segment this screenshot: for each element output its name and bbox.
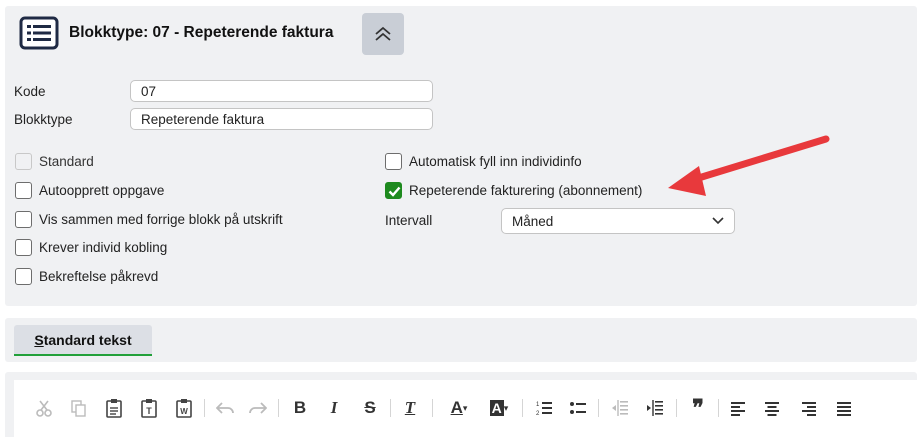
- italic-icon[interactable]: I: [322, 396, 346, 420]
- tab-standard-tekst[interactable]: Standard tekst: [14, 325, 152, 356]
- bulleted-list-icon[interactable]: [566, 396, 590, 420]
- toolbar-separator: [522, 399, 523, 417]
- remove-format-icon[interactable]: T: [398, 396, 422, 420]
- numbered-list-icon[interactable]: 12: [532, 396, 556, 420]
- svg-text:T: T: [146, 406, 152, 416]
- strikethrough-icon[interactable]: S: [358, 396, 382, 420]
- align-left-icon[interactable]: [726, 396, 750, 420]
- justify-icon[interactable]: [832, 396, 856, 420]
- undo-icon[interactable]: [213, 396, 237, 420]
- paste-text-icon[interactable]: T: [137, 396, 161, 420]
- cut-icon[interactable]: [32, 396, 56, 420]
- align-center-icon[interactable]: [760, 396, 784, 420]
- bold-icon[interactable]: B: [288, 396, 312, 420]
- redo-icon[interactable]: [246, 396, 270, 420]
- copy-icon[interactable]: [66, 396, 90, 420]
- toolbar-separator: [598, 399, 599, 417]
- background-color-icon[interactable]: A ▾: [484, 396, 514, 420]
- blockquote-icon[interactable]: ❞: [686, 395, 710, 420]
- toolbar-separator: [432, 399, 433, 417]
- toolbar-separator: [676, 399, 677, 417]
- svg-text:W: W: [180, 407, 188, 416]
- text-color-icon[interactable]: A ▾: [444, 396, 474, 420]
- paste-word-icon[interactable]: W: [172, 396, 196, 420]
- toolbar-separator: [204, 399, 205, 417]
- indent-icon[interactable]: [643, 396, 667, 420]
- paste-icon[interactable]: [102, 396, 126, 420]
- toolbar-separator: [718, 399, 719, 417]
- svg-text:1: 1: [536, 402, 540, 408]
- toolbar-separator: [390, 399, 391, 417]
- outdent-icon[interactable]: [608, 396, 632, 420]
- toolbar-separator: [278, 399, 279, 417]
- align-right-icon[interactable]: [797, 396, 821, 420]
- svg-text:2: 2: [536, 411, 540, 417]
